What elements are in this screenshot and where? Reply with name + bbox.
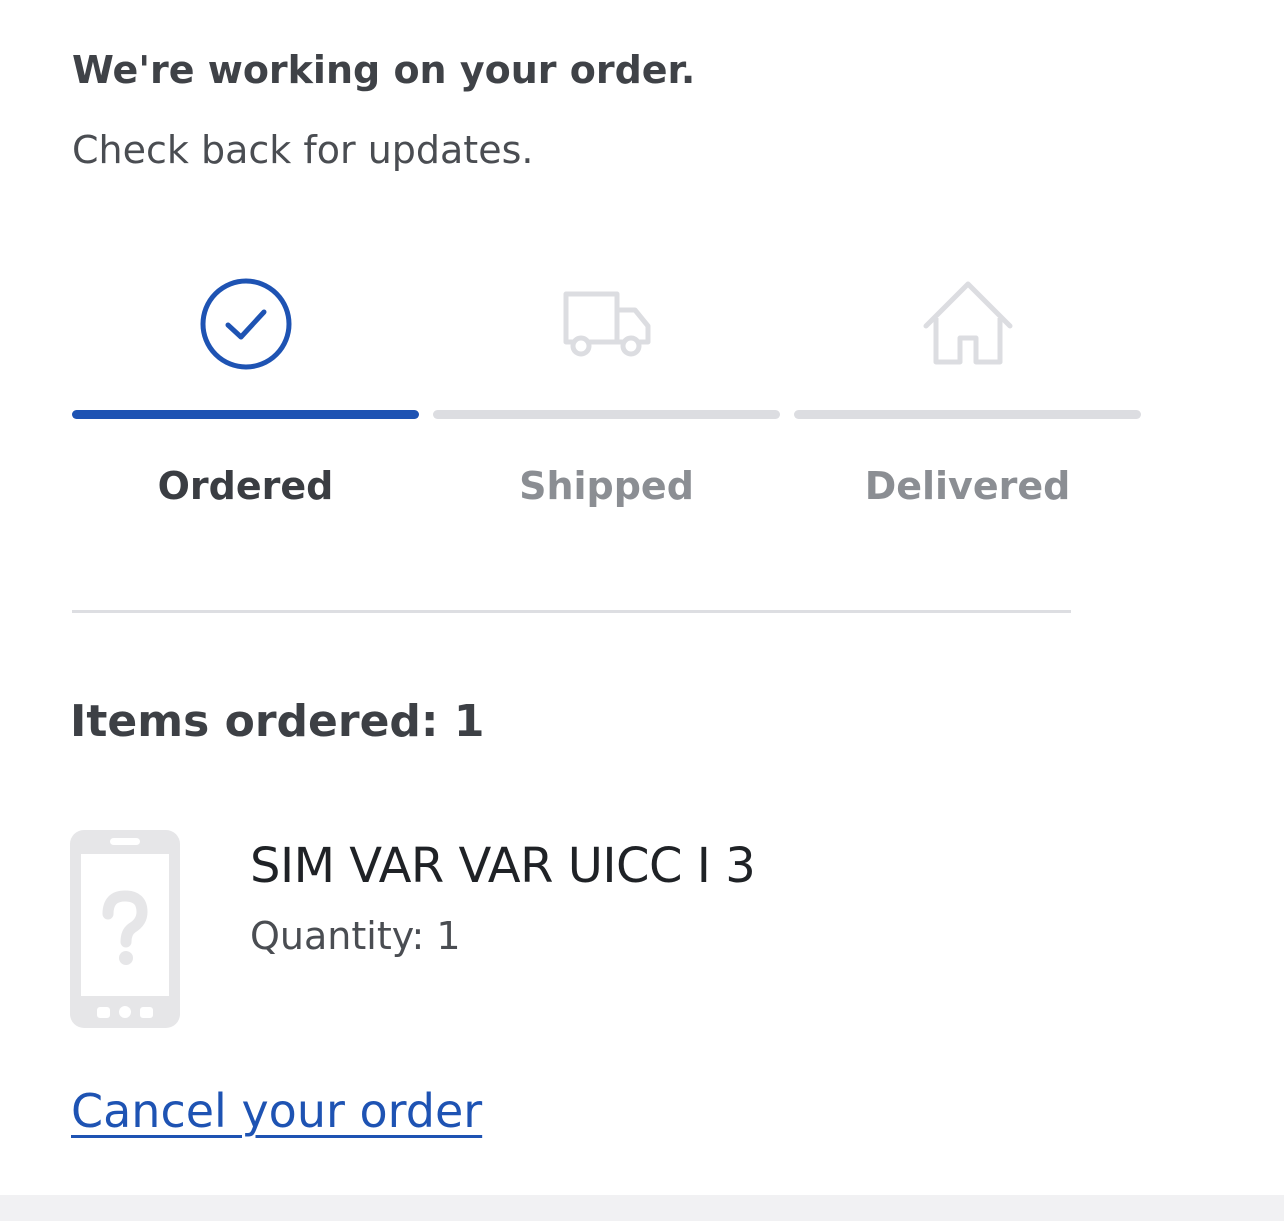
status-subline: Check back for updates. bbox=[72, 128, 534, 172]
step-label: Delivered bbox=[864, 464, 1071, 508]
items-ordered-heading: Items ordered: 1 bbox=[70, 696, 485, 747]
cancel-order-link[interactable]: Cancel your order bbox=[71, 1084, 482, 1138]
step-label: Shipped bbox=[519, 464, 694, 508]
step-progress-bar bbox=[72, 410, 419, 419]
truck-icon bbox=[563, 291, 650, 357]
step-label: Ordered bbox=[157, 464, 334, 508]
section-divider bbox=[72, 610, 1071, 613]
item-name: SIM VAR VAR UICC I 3 bbox=[250, 838, 756, 894]
footer-band bbox=[0, 1195, 1284, 1221]
item-quantity: Quantity: 1 bbox=[250, 914, 461, 958]
status-headline: We're working on your order. bbox=[72, 48, 696, 92]
order-progress-tracker: Ordered Shipped Delivered bbox=[72, 276, 1141, 536]
step-progress-bar bbox=[794, 410, 1141, 419]
step-shipped: Shipped bbox=[433, 276, 780, 536]
step-ordered: Ordered bbox=[72, 276, 419, 536]
phone-placeholder-icon bbox=[70, 830, 180, 1028]
order-status-page: We're working on your order. Check back … bbox=[0, 0, 1284, 1221]
house-icon bbox=[923, 281, 1012, 365]
check-circle-icon bbox=[200, 278, 291, 370]
step-progress-bar bbox=[433, 410, 780, 419]
step-delivered: Delivered bbox=[794, 276, 1141, 536]
